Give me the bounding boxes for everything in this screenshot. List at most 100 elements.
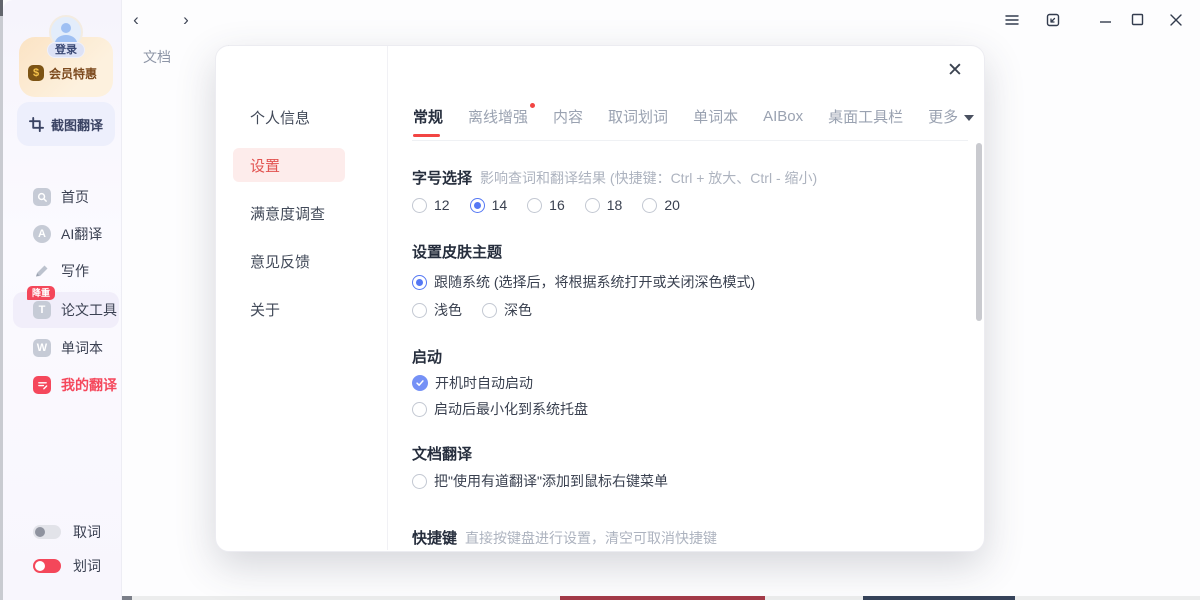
- radio-unselected[interactable]: [642, 198, 657, 213]
- theme-option-light[interactable]: 浅色: [412, 300, 462, 320]
- sidebar-item-label: AI翻译: [61, 224, 102, 244]
- app-window: 登录 会员特惠 截图翻译 首页 A AI翻译 写作: [0, 0, 1200, 600]
- theme-section-title-row: 设置皮肤主题: [412, 241, 502, 262]
- tab-aibox[interactable]: AIBox: [763, 108, 803, 125]
- dialog-menu-settings[interactable]: 设置: [233, 148, 345, 182]
- my-translations-icon: [33, 376, 51, 394]
- font-size-option-18[interactable]: 18: [585, 197, 623, 213]
- pen-icon: [33, 262, 51, 280]
- tab-more[interactable]: 更多: [928, 106, 974, 127]
- wordbook-icon: W: [33, 339, 51, 357]
- doc-translate-section-title-row: 文档翻译: [412, 443, 472, 464]
- option-label: 开机时自动启动: [435, 373, 533, 393]
- radio-unselected[interactable]: [527, 198, 542, 213]
- dialog-scrollbar-thumb[interactable]: [976, 143, 982, 321]
- font-size-section-title-row: 字号选择 影响查词和翻译结果 (快捷键：Ctrl + 放大、Ctrl - 缩小): [412, 167, 817, 188]
- login-badge[interactable]: 登录: [47, 42, 85, 58]
- startup-section-title-row: 启动: [412, 346, 442, 367]
- forward-arrow-button[interactable]: ›: [178, 11, 194, 29]
- word-capture-toggle[interactable]: [33, 525, 61, 539]
- option-label: 浅色: [434, 300, 462, 320]
- theme-title: 设置皮肤主题: [412, 244, 502, 261]
- radio-unselected[interactable]: [412, 303, 427, 318]
- theme-light-dark-row: 浅色 深色: [412, 300, 532, 320]
- font-size-option-12[interactable]: 12: [412, 197, 450, 213]
- radio-unselected[interactable]: [585, 198, 600, 213]
- theme-follow-system-row: 跟随系统 (选择后，将根据系统打开或关闭深色模式): [412, 272, 755, 292]
- doc-translate-option-context-menu[interactable]: 把"使用有道翻译"添加到鼠标右键菜单: [412, 471, 668, 491]
- tab-word-capture[interactable]: 取词划词: [608, 106, 668, 127]
- sidebar-item-writing[interactable]: 写作: [13, 253, 119, 289]
- sidebar-item-my-translations[interactable]: 我的翻译: [13, 367, 119, 403]
- startup-option-autostart[interactable]: 开机时自动启动: [412, 373, 533, 393]
- dialog-menu-about[interactable]: 关于: [233, 292, 373, 326]
- startup-option-minimize-tray[interactable]: 启动后最小化到系统托盘: [412, 399, 588, 419]
- word-capture-toggle-row: 取词: [33, 524, 123, 540]
- tab-more-label: 更多: [928, 109, 958, 126]
- startup-title: 启动: [412, 349, 442, 366]
- checkbox-checked[interactable]: [412, 375, 428, 391]
- shortcut-note: 直接按键盘进行设置，清空可取消快捷键: [465, 528, 717, 548]
- checkbox-unchecked[interactable]: [412, 402, 427, 417]
- screenshot-translate-label: 截图翻译: [51, 115, 103, 134]
- dialog-close-icon[interactable]: ✕: [945, 61, 965, 81]
- background-strip-navy: [863, 596, 1015, 600]
- radio-unselected[interactable]: [412, 198, 427, 213]
- font-size-title: 字号选择: [412, 167, 472, 188]
- radio-unselected[interactable]: [482, 303, 497, 318]
- shortcut-section-title-row: 快捷键 直接按键盘进行设置，清空可取消快捷键: [412, 527, 717, 548]
- sidebar-item-label: 首页: [61, 187, 89, 207]
- sidebar-item-wordbook[interactable]: W 单词本: [13, 330, 119, 366]
- word-select-label: 划词: [73, 556, 101, 576]
- home-search-icon: [33, 188, 51, 206]
- option-label: 20: [664, 197, 680, 213]
- startup-autostart-row: 开机时自动启动: [412, 373, 533, 393]
- font-size-note: 影响查词和翻译结果 (快捷键：Ctrl + 放大、Ctrl - 缩小): [480, 168, 817, 188]
- font-size-option-20[interactable]: 20: [642, 197, 680, 213]
- tab-wordbook[interactable]: 单词本: [693, 106, 738, 127]
- paper-tools-icon: T: [33, 301, 51, 319]
- tab-general[interactable]: 常规: [413, 106, 443, 127]
- sidebar-item-label: 我的翻译: [61, 375, 117, 395]
- avatar-person-icon: [61, 23, 71, 33]
- back-arrow-button[interactable]: ‹: [128, 11, 144, 29]
- chevron-down-icon: [964, 115, 974, 121]
- radio-selected[interactable]: [412, 275, 427, 290]
- ai-translate-icon: A: [33, 225, 51, 243]
- active-tab-underline: [413, 134, 440, 137]
- sidebar-item-label: 论文工具: [61, 300, 117, 320]
- dialog-menu-satisfaction-survey[interactable]: 满意度调查: [233, 196, 373, 230]
- minimize-button[interactable]: [1098, 14, 1116, 30]
- screenshot-translate-button[interactable]: 截图翻译: [17, 102, 115, 146]
- option-label: 跟随系统 (选择后，将根据系统打开或关闭深色模式): [434, 272, 755, 292]
- tab-document[interactable]: 文档: [143, 47, 171, 67]
- tab-content[interactable]: 内容: [553, 106, 583, 127]
- tab-row-divider: [412, 140, 968, 141]
- theme-option-dark[interactable]: 深色: [482, 300, 532, 320]
- coin-icon: [28, 65, 44, 81]
- dialog-menu-divider: [387, 46, 388, 550]
- font-size-option-14[interactable]: 14: [470, 197, 508, 213]
- option-label: 12: [434, 197, 450, 213]
- font-size-option-16[interactable]: 16: [527, 197, 565, 213]
- radio-selected[interactable]: [470, 198, 485, 213]
- dialog-menu-profile[interactable]: 个人信息: [233, 100, 373, 134]
- member-benefits-button[interactable]: 会员特惠: [28, 63, 108, 83]
- tab-desktop-toolbar[interactable]: 桌面工具栏: [828, 106, 903, 127]
- sidebar-item-ai-translate[interactable]: A AI翻译: [13, 216, 119, 252]
- tab-offline-enhance[interactable]: 离线增强: [468, 106, 528, 127]
- menu-icon[interactable]: [1004, 12, 1022, 28]
- dialog-menu-feedback[interactable]: 意见反馈: [233, 244, 373, 278]
- checkbox-unchecked[interactable]: [412, 474, 427, 489]
- word-select-toggle[interactable]: [33, 559, 61, 573]
- word-select-toggle-row: 划词: [33, 558, 123, 574]
- option-label: 16: [549, 197, 565, 213]
- close-window-button[interactable]: [1168, 12, 1186, 28]
- sidebar: 登录 会员特惠 截图翻译 首页 A AI翻译 写作: [3, 0, 122, 600]
- sidebar-item-label: 写作: [61, 261, 89, 281]
- mini-window-icon[interactable]: [1045, 12, 1063, 28]
- sidebar-item-home[interactable]: 首页: [13, 179, 119, 215]
- background-strip-red: [560, 596, 765, 600]
- maximize-button[interactable]: [1130, 12, 1148, 28]
- theme-option-follow-system[interactable]: 跟随系统 (选择后，将根据系统打开或关闭深色模式): [412, 272, 755, 292]
